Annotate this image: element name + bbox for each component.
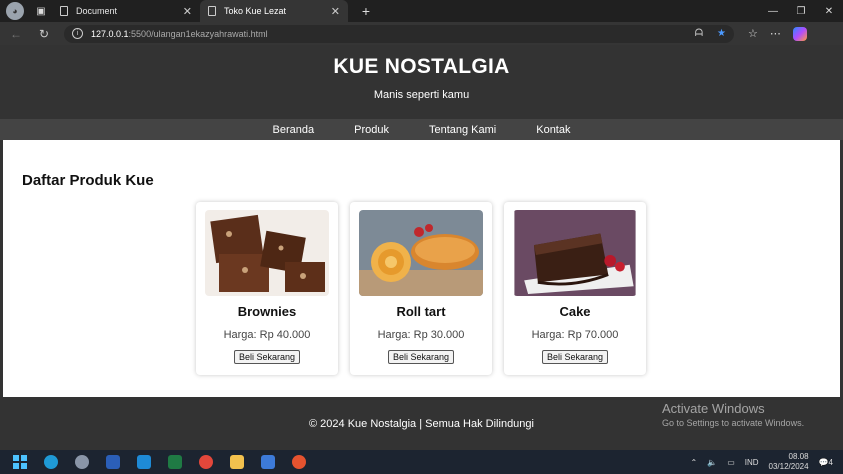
url-host: 127.0.0.1	[91, 28, 129, 39]
nav-link-tentang-kami[interactable]: Tentang Kami	[429, 124, 496, 136]
product-name: Brownies	[237, 304, 297, 319]
nav-link-kontak[interactable]: Kontak	[536, 124, 570, 136]
product-card-brownies: Brownies Harga: Rp 40.000 Beli Sekarang	[196, 202, 338, 375]
file-explorer-icon[interactable]	[226, 451, 248, 473]
clock[interactable]: 08.08 03/12/2024	[769, 452, 809, 472]
back-icon[interactable]: ←	[4, 24, 28, 44]
notification-count: 4	[828, 457, 833, 467]
close-window-icon[interactable]: ✕	[815, 0, 843, 22]
product-list: Brownies Harga: Rp 40.000 Beli Sekarang …	[196, 202, 646, 375]
network-icon[interactable]: ▭	[727, 458, 735, 467]
favorites-icon[interactable]: ☆	[748, 27, 758, 40]
buy-now-button[interactable]: Beli Sekarang	[541, 350, 609, 364]
buy-now-button[interactable]: Beli Sekarang	[233, 350, 301, 364]
vscode-icon[interactable]	[133, 451, 155, 473]
window-controls: — ❐ ✕	[759, 0, 843, 22]
url-path: :5500/ulangan1ekazyahrawati.html	[128, 28, 268, 39]
document-icon	[60, 6, 68, 16]
web-page: KUE NOSTALGIA Manis seperti kamu Beranda…	[0, 45, 843, 450]
favorite-star-icon[interactable]: ★	[717, 28, 726, 39]
close-tab-icon[interactable]: ✕	[183, 5, 192, 18]
read-aloud-icon[interactable]: ᗩ	[695, 28, 703, 39]
site-navigation: Beranda Produk Tentang Kami Kontak	[0, 119, 843, 140]
windows-start-icon[interactable]	[9, 451, 31, 473]
brownies-photo	[205, 210, 329, 296]
product-card-roll-tart: Roll tart Harga: Rp 30.000 Beli Sekarang	[350, 202, 492, 375]
restore-icon[interactable]: ❐	[787, 0, 815, 22]
cake-photo	[514, 210, 636, 296]
product-card-cake: Cake Harga: Rp 70.000 Beli Sekarang	[504, 202, 646, 375]
new-tab-button[interactable]: +	[356, 3, 376, 19]
chevron-up-icon[interactable]: ⌃	[691, 458, 698, 467]
roll-tart-photo	[359, 210, 483, 296]
product-price: Harga: Rp 40.000	[223, 329, 311, 341]
language-indicator[interactable]: IND	[745, 458, 759, 467]
tab-actions-icon[interactable]: ▣	[30, 0, 52, 22]
chrome-icon[interactable]	[71, 451, 93, 473]
minimize-icon[interactable]: —	[759, 0, 787, 22]
refresh-icon[interactable]: ↻	[32, 24, 56, 44]
nav-link-produk[interactable]: Produk	[354, 124, 389, 136]
section-title: Daftar Produk Kue	[22, 172, 154, 189]
excel-icon[interactable]	[164, 451, 186, 473]
site-title: KUE NOSTALGIA	[333, 55, 510, 78]
address-bar[interactable]: i 127.0.0.1 :5500/ulangan1ekazyahrawati.…	[64, 24, 734, 43]
wps-office-icon[interactable]	[288, 451, 310, 473]
browser-tab-bar: ◕ ▣ Document ✕ Toko Kue Lezat ✕ + — ❐ ✕	[0, 0, 843, 22]
nav-link-beranda[interactable]: Beranda	[273, 124, 315, 136]
copilot-icon[interactable]	[792, 26, 807, 41]
volume-icon[interactable]: 🔈	[707, 458, 717, 467]
more-options-icon[interactable]: ⋯	[770, 27, 781, 40]
browser-toolbar: ← ↻ i 127.0.0.1 :5500/ulangan1ekazyahraw…	[0, 22, 843, 45]
product-price: Harga: Rp 30.000	[377, 329, 465, 341]
profile-avatar-icon[interactable]: ◕	[6, 2, 24, 20]
watermark-subtitle: Go to Settings to activate Windows.	[662, 418, 805, 428]
document-icon	[208, 6, 216, 16]
clock-time: 08.08	[788, 452, 809, 461]
close-tab-icon[interactable]: ✕	[331, 5, 340, 18]
word-icon[interactable]	[102, 451, 124, 473]
tab-toko-kue-lezat[interactable]: Toko Kue Lezat ✕	[200, 0, 348, 22]
edge-browser-icon[interactable]	[40, 451, 62, 473]
tab-label: Toko Kue Lezat	[224, 6, 287, 16]
system-tray: ⌃ 🔈 ▭ IND 08.08 03/12/2024 💬4	[691, 452, 843, 472]
activate-windows-watermark: Activate Windows Go to Settings to activ…	[662, 401, 804, 428]
product-name: Cake	[559, 304, 591, 319]
site-header: KUE NOSTALGIA Manis seperti kamu	[0, 45, 843, 119]
site-tagline: Manis seperti kamu	[373, 89, 470, 101]
clock-date: 03/12/2024	[768, 462, 809, 471]
taskbar: ⌃ 🔈 ▭ IND 08.08 03/12/2024 💬4	[0, 450, 843, 474]
product-price: Harga: Rp 70.000	[531, 329, 619, 341]
tab-label: Document	[76, 6, 118, 16]
buy-now-button[interactable]: Beli Sekarang	[387, 350, 455, 364]
products-section: Daftar Produk Kue Brownies Harga: Rp 40.…	[0, 140, 843, 397]
tab-document[interactable]: Document ✕	[52, 0, 200, 22]
watermark-title: Activate Windows	[662, 401, 765, 416]
footer-text: © 2024 Kue Nostalgia | Semua Hak Dilindu…	[309, 417, 534, 430]
google-chrome-icon[interactable]	[195, 451, 217, 473]
site-info-icon[interactable]: i	[72, 28, 83, 39]
shield-app-icon[interactable]	[257, 451, 279, 473]
notification-icon[interactable]: 💬4	[819, 458, 833, 467]
product-name: Roll tart	[396, 304, 446, 319]
